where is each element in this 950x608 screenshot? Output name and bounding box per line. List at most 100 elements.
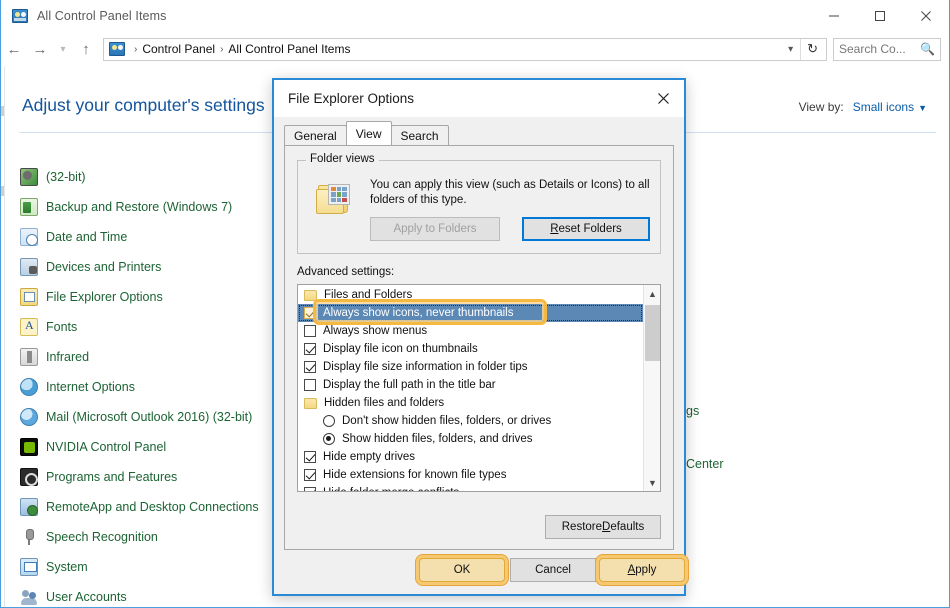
backup-icon: [20, 198, 38, 216]
file-explorer-options-dialog: File Explorer Options General View Search …: [272, 78, 686, 596]
advanced-setting-row[interactable]: Hide folder merge conflicts: [298, 484, 643, 491]
folder-options-icon: [20, 288, 38, 306]
control-panel-item-label: NVIDIA Control Panel: [46, 440, 167, 454]
tab-search[interactable]: Search: [390, 125, 449, 145]
restore-defaults-accelerator: D: [602, 521, 611, 533]
advanced-setting-row[interactable]: Hidden files and folders: [298, 394, 643, 412]
chevron-down-icon[interactable]: ▼: [644, 474, 660, 491]
advanced-setting-row[interactable]: Hide empty drives: [298, 448, 643, 466]
control-panel-item[interactable]: NVIDIA Control Panel: [20, 432, 270, 462]
ok-button[interactable]: OK: [419, 558, 505, 582]
advanced-setting-label: Don't show hidden files, folders, or dri…: [342, 415, 552, 427]
advanced-setting-row[interactable]: Display file icon on thumbnails: [298, 340, 643, 358]
control-panel-item-label: Internet Options: [46, 380, 135, 394]
advanced-settings-listbox[interactable]: Files and Folders Always show icons, neve…: [297, 284, 661, 492]
search-icon[interactable]: 🔍: [920, 42, 935, 56]
search-input[interactable]: Search Co...: [839, 42, 920, 56]
forward-arrow-icon[interactable]: →: [27, 36, 53, 62]
up-arrow-icon[interactable]: ↑: [73, 36, 99, 62]
advanced-setting-row[interactable]: Files and Folders: [298, 286, 643, 304]
control-panel-item[interactable]: User Accounts: [20, 582, 270, 608]
control-panel-item[interactable]: Date and Time: [20, 222, 270, 252]
control-panel-item-label: File Explorer Options: [46, 290, 163, 304]
folder-views-icon: [316, 181, 356, 215]
advanced-setting-row[interactable]: Always show menus: [298, 322, 643, 340]
scrollbar-thumb[interactable]: [645, 305, 660, 361]
refresh-icon[interactable]: ↻: [800, 38, 824, 60]
advanced-setting-row[interactable]: Show hidden files, folders, and drives: [298, 430, 643, 448]
dialog-tabs: General View Search: [284, 121, 684, 145]
address-bar-right-controls: ▾ ↻: [781, 38, 824, 60]
recent-locations-chevron-down-icon[interactable]: ▾: [53, 36, 73, 62]
apply-button[interactable]: Apply: [599, 558, 685, 582]
minimize-icon[interactable]: [811, 0, 857, 32]
tab-general[interactable]: General: [284, 125, 347, 145]
checkbox-icon[interactable]: [304, 361, 316, 373]
dialog-footer: OK Cancel Apply: [274, 550, 685, 594]
control-panel-item[interactable]: Fonts: [20, 312, 270, 342]
advanced-setting-label: Hidden files and folders: [324, 397, 445, 409]
apply-to-folders-button[interactable]: Apply to Folders: [370, 217, 500, 241]
breadcrumb-separator: ›: [134, 43, 138, 55]
caret-down-icon[interactable]: ▼: [918, 103, 927, 113]
checkbox-icon[interactable]: [304, 325, 316, 337]
checkbox-icon[interactable]: [304, 379, 316, 391]
reset-folders-button[interactable]: Reset Folders: [522, 217, 650, 241]
control-panel-item-label: User Accounts: [46, 590, 127, 604]
close-icon[interactable]: [642, 81, 684, 117]
maximize-icon[interactable]: [857, 0, 903, 32]
address-bar[interactable]: › Control Panel › All Control Panel Item…: [103, 37, 827, 61]
cancel-button[interactable]: Cancel: [510, 558, 596, 582]
advanced-setting-row[interactable]: Always show icons, never thumbnails: [298, 304, 643, 322]
control-panel-item[interactable]: Backup and Restore (Windows 7): [20, 192, 270, 222]
apply-accelerator: A: [627, 564, 636, 576]
checkbox-icon[interactable]: [304, 343, 316, 355]
window-title: All Control Panel Items: [37, 9, 167, 23]
control-panel-item[interactable]: File Explorer Options: [20, 282, 270, 312]
view-by-label: View by:: [798, 100, 844, 114]
advanced-setting-row[interactable]: Hide extensions for known file types: [298, 466, 643, 484]
control-panel-item[interactable]: Mail (Microsoft Outlook 2016) (32-bit): [20, 402, 270, 432]
restore-defaults-label-post: efaults: [610, 521, 645, 533]
view-tab-panel: Folder views You can apply this view (su…: [284, 145, 674, 550]
restore-defaults-button[interactable]: Restore Defaults: [545, 515, 661, 539]
control-panel-item[interactable]: Programs and Features: [20, 462, 270, 492]
control-panel-item[interactable]: Infrared: [20, 342, 270, 372]
control-panel-item[interactable]: Speech Recognition: [20, 522, 270, 552]
tab-view[interactable]: View: [345, 121, 392, 145]
chevron-up-icon[interactable]: ▲: [644, 285, 660, 302]
checkbox-icon[interactable]: [304, 307, 316, 319]
checkbox-icon[interactable]: [304, 487, 316, 491]
breadcrumb-control-panel[interactable]: Control Panel: [142, 42, 215, 56]
advanced-settings-scrollbar[interactable]: ▲ ▼: [643, 285, 660, 491]
view-by-value[interactable]: Small icons: [853, 100, 914, 114]
advanced-setting-row[interactable]: Don't show hidden files, folders, or dri…: [298, 412, 643, 430]
advanced-setting-row[interactable]: Display the full path in the title bar: [298, 376, 643, 394]
control-panel-item[interactable]: System: [20, 552, 270, 582]
control-panel-item[interactable]: RemoteApp and Desktop Connections: [20, 492, 270, 522]
advanced-settings-label: Advanced settings:: [297, 266, 395, 278]
control-panel-item[interactable]: Internet Options: [20, 372, 270, 402]
control-panel-item[interactable]: (32-bit): [20, 162, 270, 192]
search-box[interactable]: Search Co... 🔍: [833, 37, 941, 61]
control-panel-item-label: System: [46, 560, 88, 574]
radio-button-icon[interactable]: [323, 415, 335, 427]
screen: All Control Panel Items ← → ▾ ↑ › Contro…: [0, 0, 950, 608]
checkbox-icon[interactable]: [304, 469, 316, 481]
address-history-chevron-down-icon[interactable]: ▾: [781, 44, 800, 55]
radio-button-icon[interactable]: [323, 433, 335, 445]
control-panel-item[interactable]: Devices and Printers: [20, 252, 270, 282]
control-panel-item-label: (32-bit): [46, 170, 86, 184]
reset-folders-label: eset Folders: [558, 223, 622, 235]
dialog-title-bar: File Explorer Options: [274, 80, 684, 117]
close-icon[interactable]: [903, 0, 949, 32]
advanced-setting-row[interactable]: Display file size information in folder …: [298, 358, 643, 376]
advanced-setting-label: Display the full path in the title bar: [323, 379, 496, 391]
breadcrumb-all-control-panel-items[interactable]: All Control Panel Items: [228, 42, 350, 56]
checkbox-icon[interactable]: [304, 451, 316, 463]
control-panel-item-label: Devices and Printers: [46, 260, 162, 274]
back-arrow-icon[interactable]: ←: [1, 36, 27, 62]
remoteapp-icon: [20, 498, 38, 516]
fonts-icon: [20, 318, 38, 336]
users-icon: [20, 588, 38, 606]
